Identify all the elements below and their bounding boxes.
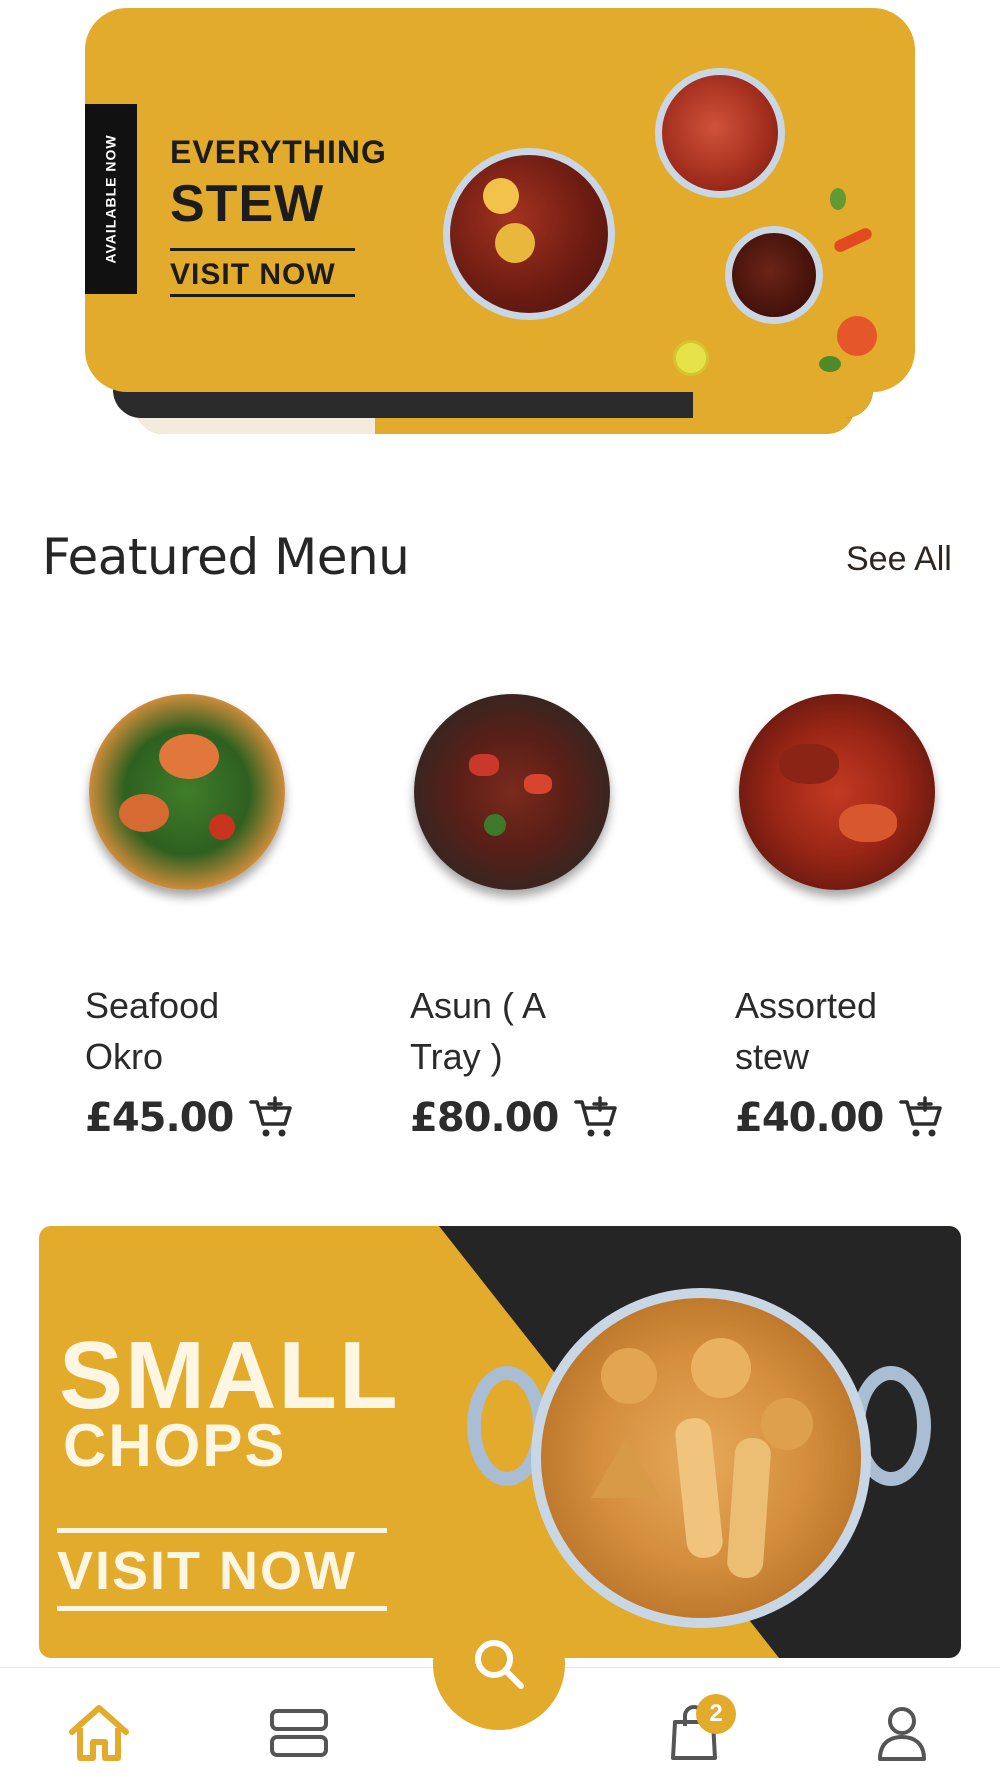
lemon-image [673,340,709,376]
promo-banner-stew[interactable]: AVAILABLE NOW EVERYTHING STEW VISIT NOW [85,8,915,392]
promo-banner-small-chops[interactable]: SMALL CHOPS VISIT NOW [39,1226,961,1658]
menu-item-name: Assorted stew [735,985,878,1077]
menu-item-price: £45.00 [85,1095,234,1141]
menu-item-assorted-stew[interactable]: Assorted stew £40.00 [735,690,995,1150]
menu-item-price: £40.00 [735,1095,884,1141]
cart-count-badge: 2 [696,1694,736,1734]
visit-now-link[interactable]: VISIT NOW [57,1540,357,1602]
pepper-image [832,226,874,254]
search-icon [475,1640,524,1689]
small-chops-pot-image [531,1288,871,1628]
seafood-okro-dish-image[interactable] [89,694,285,890]
featured-menu-title: Featured Menu [42,528,410,586]
divider [170,294,355,297]
home-icon[interactable] [64,1698,134,1768]
search-button[interactable] [433,1598,565,1730]
menu-list-icon[interactable] [264,1698,334,1768]
menu-item-name: Asun ( A Tray ) [410,985,545,1077]
add-to-cart-icon[interactable] [572,1094,620,1142]
stew-pot-small-image [725,226,823,324]
see-all-link[interactable]: See All [846,540,952,579]
divider [57,1528,387,1533]
promo-carousel[interactable]: AVAILABLE NOW EVERYTHING STEW VISIT NOW [85,8,915,434]
profile-icon[interactable] [867,1698,937,1768]
asun-dish-image[interactable] [414,694,610,890]
add-to-cart-icon[interactable] [897,1094,945,1142]
leaf-image [819,356,841,372]
menu-item-price: £80.00 [410,1095,559,1141]
divider [170,248,355,251]
tomato-image [837,316,877,356]
leaf-image [830,188,846,210]
stew-pot-top-image [655,68,785,198]
menu-item-seafood-okro[interactable]: Seafood Okro £45.00 [85,690,345,1150]
visit-now-link[interactable]: VISIT NOW [170,258,336,292]
available-now-tab: AVAILABLE NOW [85,104,137,294]
promo-title: STEW [170,175,325,233]
add-to-cart-icon[interactable] [247,1094,295,1142]
promo-headline: EVERYTHING [170,134,387,170]
divider [57,1606,387,1611]
menu-item-name: Seafood Okro [85,985,220,1077]
promo-subtitle: CHOPS [63,1412,287,1479]
stew-pot-large-image [443,148,615,320]
assorted-stew-dish-image[interactable] [739,694,935,890]
menu-item-asun[interactable]: Asun ( A Tray ) £80.00 [410,690,670,1150]
